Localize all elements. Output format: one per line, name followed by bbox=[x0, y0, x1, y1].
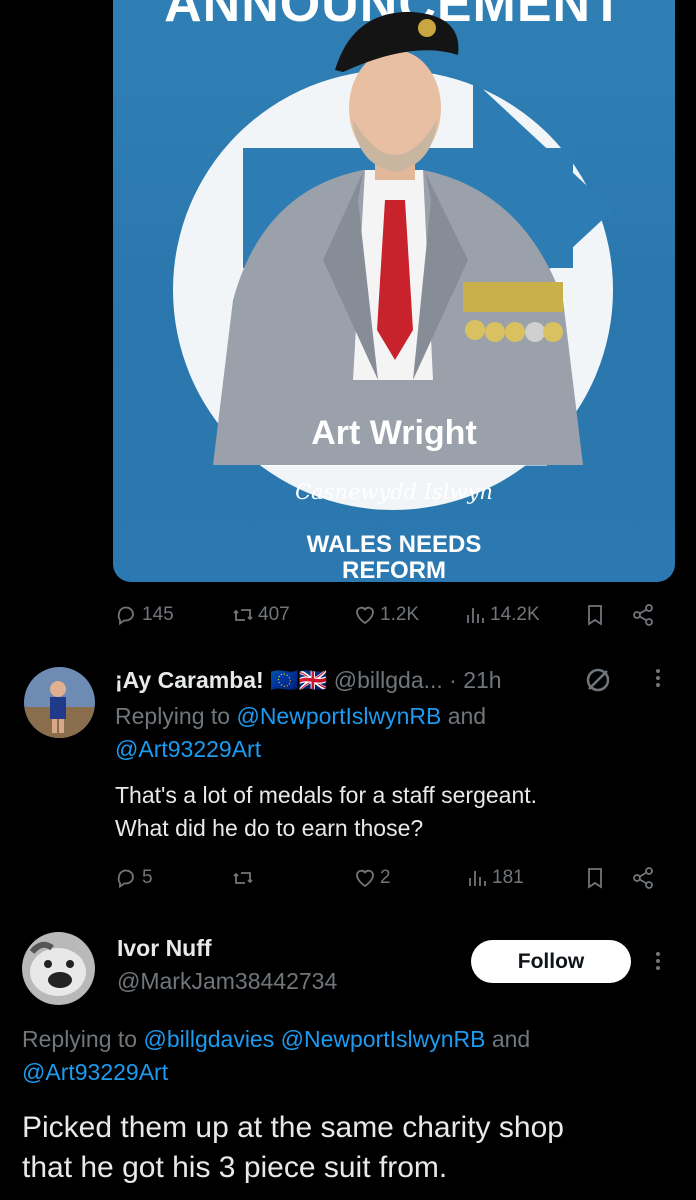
user-handle[interactable]: @MarkJam38442734 bbox=[117, 968, 337, 995]
user-handle[interactable]: @billgda... bbox=[334, 667, 443, 693]
avatar[interactable] bbox=[24, 667, 95, 738]
more-options-icon[interactable] bbox=[656, 666, 662, 690]
reply-count: 145 bbox=[142, 604, 174, 625]
repost-button[interactable]: 407 bbox=[231, 599, 290, 631]
reply-count: 5 bbox=[142, 867, 153, 888]
bookmark-icon bbox=[588, 868, 602, 889]
more-options-icon[interactable] bbox=[656, 949, 662, 973]
reply-2-display-name-line: Ivor Nuff bbox=[117, 935, 212, 962]
replying-and: and bbox=[447, 703, 487, 729]
views-count: 14.2K bbox=[490, 604, 540, 625]
post-image[interactable]: ANNOUNCEMENT Art Wright Casnewydd Islwyn… bbox=[113, 0, 675, 582]
like-count: 2 bbox=[380, 867, 391, 888]
reply-button[interactable]: 5 bbox=[115, 862, 153, 894]
slogan-line-1: WALES NEEDS bbox=[306, 531, 482, 558]
flags-emoji: 🇪🇺🇬🇧 bbox=[270, 667, 328, 693]
image-slogan: WALES NEEDS REFORM bbox=[113, 531, 675, 583]
display-name[interactable]: Ivor Nuff bbox=[117, 935, 212, 961]
reply-icon bbox=[117, 606, 134, 626]
replying-prefix: Replying to bbox=[22, 1026, 138, 1052]
like-button[interactable]: 2 bbox=[353, 862, 391, 894]
reply-text: That's a lot of medals for a staff serge… bbox=[115, 779, 675, 845]
share-button[interactable] bbox=[631, 599, 655, 631]
mention-link[interactable]: @NewportIslwynRB bbox=[236, 703, 441, 729]
focused-reply-line-2: that he got his 3 piece suit from. bbox=[22, 1151, 448, 1184]
replying-to: Replying to @NewportIslwynRB and @Art932… bbox=[115, 700, 635, 766]
reply-1-header: ¡Ay Caramba! 🇪🇺🇬🇧 @billgda... · 21h bbox=[115, 667, 502, 694]
name-divider bbox=[261, 465, 547, 466]
share-button[interactable] bbox=[631, 862, 655, 894]
post-action-bar: 145 407 1.2K 14.2K bbox=[113, 599, 661, 631]
repost-count: 407 bbox=[258, 604, 290, 625]
repost-icon bbox=[233, 609, 253, 621]
avatar-image bbox=[24, 667, 95, 738]
candidate-name: Art Wright bbox=[311, 414, 477, 452]
replying-to: Replying to @billgdavies @NewportIslwynR… bbox=[22, 1023, 662, 1089]
constituency-name: Casnewydd Islwyn bbox=[295, 480, 493, 504]
heart-icon bbox=[356, 869, 374, 888]
focused-reply-line-1: Picked them up at the same charity shop bbox=[22, 1111, 564, 1144]
bookmark-button[interactable] bbox=[583, 862, 607, 894]
like-count: 1.2K bbox=[380, 604, 420, 625]
views-icon bbox=[467, 608, 484, 623]
avatar-image bbox=[22, 932, 95, 1005]
focused-reply-text: Picked them up at the same charity shop … bbox=[22, 1108, 682, 1188]
views-button[interactable]: 181 bbox=[465, 862, 524, 894]
reply-1-action-bar: 5 2 181 bbox=[113, 862, 661, 894]
bookmark-button[interactable] bbox=[583, 599, 607, 631]
replying-and: and bbox=[491, 1026, 531, 1052]
repost-icon bbox=[233, 872, 253, 884]
like-button[interactable]: 1.2K bbox=[353, 599, 419, 631]
slogan-line-2: REFORM bbox=[342, 557, 446, 583]
post-time[interactable]: · 21h bbox=[449, 667, 501, 693]
mention-link[interactable]: @Art93229Art bbox=[22, 1059, 168, 1085]
reply-icon bbox=[117, 869, 134, 889]
heart-icon bbox=[356, 606, 374, 625]
replying-prefix: Replying to bbox=[115, 703, 231, 729]
mention-link[interactable]: @Art93229Art bbox=[115, 736, 261, 762]
mute-icon[interactable] bbox=[583, 665, 613, 695]
share-icon bbox=[633, 604, 653, 626]
avatar[interactable] bbox=[22, 932, 95, 1005]
share-icon bbox=[633, 867, 653, 889]
reply-button[interactable]: 145 bbox=[115, 599, 174, 631]
views-icon bbox=[469, 871, 486, 886]
bookmark-icon bbox=[588, 605, 602, 626]
display-name[interactable]: ¡Ay Caramba! bbox=[115, 667, 264, 693]
reply-text-line-2: What did he do to earn those? bbox=[115, 815, 424, 841]
mention-link[interactable]: @billgdavies bbox=[143, 1026, 274, 1052]
repost-button[interactable] bbox=[231, 862, 255, 894]
views-button[interactable]: 14.2K bbox=[463, 599, 540, 631]
follow-button[interactable]: Follow bbox=[471, 940, 631, 983]
reply-text-line-1: That's a lot of medals for a staff serge… bbox=[115, 782, 538, 808]
views-count: 181 bbox=[492, 867, 524, 888]
mention-link[interactable]: @NewportIslwynRB bbox=[281, 1026, 486, 1052]
